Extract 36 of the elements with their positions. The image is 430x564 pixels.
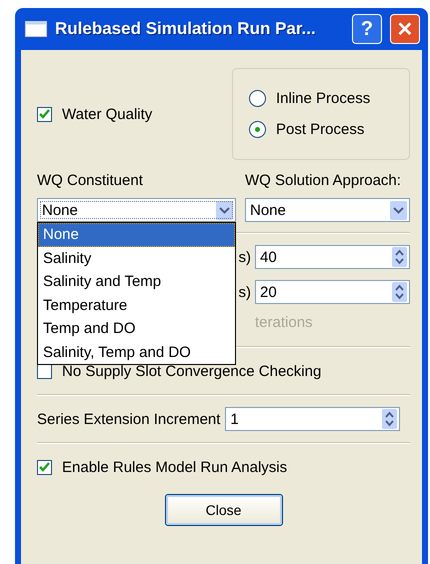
close-button[interactable]: ✕ xyxy=(390,14,420,44)
radio-button[interactable] xyxy=(249,90,266,107)
checkbox[interactable] xyxy=(37,106,52,122)
checkbox[interactable] xyxy=(37,460,52,474)
field-label: Series Extension Increment xyxy=(37,410,220,428)
check-icon xyxy=(39,109,50,119)
window-title: Rulebased Simulation Run Par... xyxy=(55,19,317,39)
spinner-arrows-icon[interactable] xyxy=(392,282,407,302)
number-spinner[interactable]: 20 xyxy=(255,280,410,304)
field-label: WQ Constituent xyxy=(37,172,144,191)
dropdown-option[interactable]: None xyxy=(38,223,235,246)
dropdown-option[interactable]: Temperature xyxy=(38,294,235,317)
check-icon xyxy=(39,462,50,472)
dropdown-option[interactable]: Salinity xyxy=(38,246,235,270)
radio-label: Inline Process xyxy=(276,90,370,107)
dropdown-option[interactable]: Salinity and Temp xyxy=(38,270,235,294)
dropdown-option[interactable]: Salinity, Temp and DO xyxy=(38,340,235,364)
number-spinner[interactable]: 40 xyxy=(255,245,410,269)
checkbox-label: No Supply Slot Convergence Checking xyxy=(62,362,322,380)
solution-approach-dropdown[interactable]: None xyxy=(245,198,410,222)
help-button[interactable]: ? xyxy=(352,14,382,44)
radio-label: Post Process xyxy=(276,121,364,138)
number-spinner[interactable]: 1 xyxy=(225,407,400,431)
constituent-dropdown[interactable]: None xyxy=(37,198,236,222)
spinner-arrows-icon[interactable] xyxy=(392,247,407,267)
window-icon xyxy=(25,21,47,37)
radio-button[interactable] xyxy=(249,121,266,138)
checkbox-label: Water Quality xyxy=(62,106,152,122)
option-label: terations xyxy=(255,314,313,333)
close-dialog-button[interactable]: Close xyxy=(164,494,282,526)
checkbox-label: Enable Rules Model Run Analysis xyxy=(62,458,288,476)
field-label: WQ Solution Approach: xyxy=(245,172,401,191)
field-label: s) xyxy=(238,248,251,266)
dropdown-option[interactable]: Temp and DO xyxy=(38,317,235,340)
spinner-arrows-icon[interactable] xyxy=(382,409,398,429)
field-label: s) xyxy=(238,284,251,300)
